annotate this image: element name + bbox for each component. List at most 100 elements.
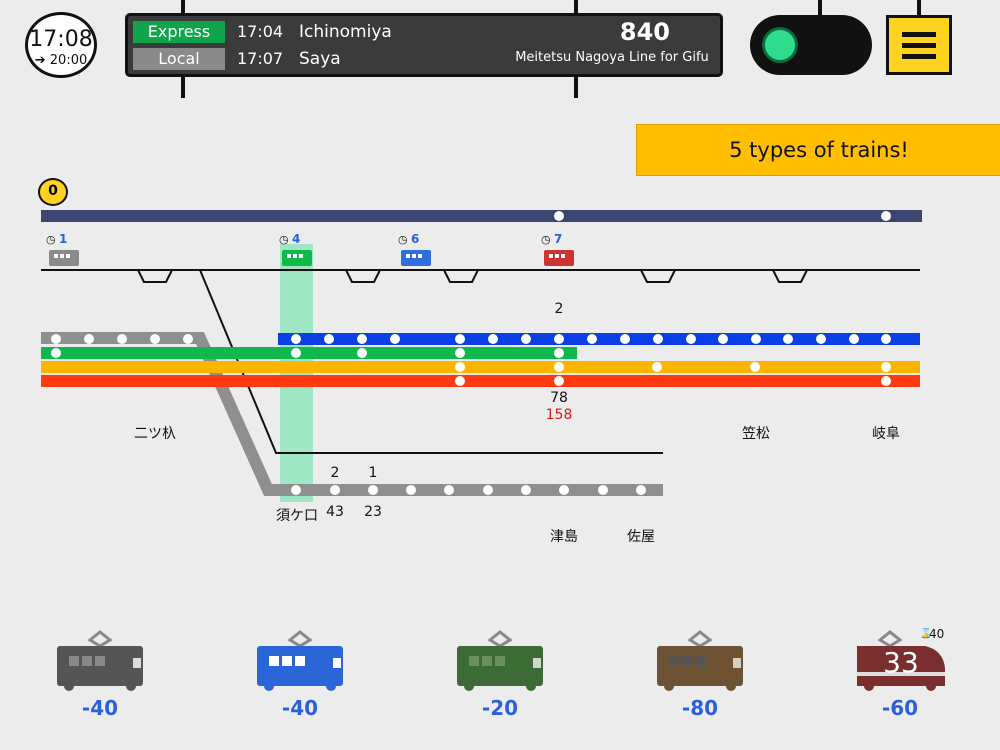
train-window (293, 254, 297, 258)
stop-dot (652, 362, 662, 372)
timer-icon: ◷ (398, 233, 408, 246)
stop-dot (849, 334, 859, 344)
green-line (41, 347, 577, 359)
yellow-line (41, 361, 920, 373)
station-name: 笠松 (742, 426, 770, 442)
station-name: 津島 (550, 529, 578, 545)
timer-icon: ◷ (541, 233, 551, 246)
stop-dot (455, 362, 465, 372)
train-price: -40 (81, 696, 119, 720)
stop-dot (816, 334, 826, 344)
stop-dot (406, 485, 416, 495)
stop-dot (324, 334, 334, 344)
count-label: 1 (369, 465, 378, 481)
train-purchase-gray[interactable]: -40 (45, 628, 155, 723)
stop-dot (750, 362, 760, 372)
stop-dot (291, 348, 301, 358)
stop-dot (686, 334, 696, 344)
count-label: 78 (550, 390, 568, 406)
count-label: 23 (364, 504, 382, 520)
stop-dot (483, 485, 493, 495)
train-wait-count: 6 (411, 232, 419, 246)
stop-dot (881, 334, 891, 344)
waiting-train[interactable]: ◷ 6 (398, 232, 431, 266)
stop-dot (488, 334, 498, 344)
train-purchase-blue[interactable]: -40 (245, 628, 355, 723)
stop-dot (291, 485, 301, 495)
train-window (287, 254, 291, 258)
timer-icon: ◷ (279, 233, 289, 246)
train-window (54, 254, 58, 258)
stop-dot (368, 485, 378, 495)
stop-dot (521, 334, 531, 344)
train-wait-count: 7 (554, 232, 562, 246)
red-line (41, 375, 920, 387)
stop-dot (559, 485, 569, 495)
train-price: -40 (281, 696, 319, 720)
train-window (66, 254, 70, 258)
station-name: 須ケ口 (276, 508, 318, 524)
stop-dot (117, 334, 127, 344)
stop-dot (636, 485, 646, 495)
stop-dot (521, 485, 531, 495)
stop-dot (653, 334, 663, 344)
count-label: 2 (555, 301, 564, 317)
stop-dot (881, 376, 891, 386)
train-window (549, 254, 553, 258)
train-purchase-green[interactable]: -20 (445, 628, 555, 723)
train-window (60, 254, 64, 258)
stop-dot (554, 348, 564, 358)
waiting-train[interactable]: ◷ 7 (541, 232, 574, 266)
stop-dot (554, 211, 564, 221)
train-purchase-limited-express[interactable]: ⌛ 40 33 -60 (845, 626, 955, 723)
stop-dot (554, 376, 564, 386)
train-price: -20 (481, 696, 519, 720)
stop-dot (881, 362, 891, 372)
stop-dot (51, 348, 61, 358)
stop-dot (444, 485, 454, 495)
count-label: 43 (326, 504, 344, 520)
train-window (555, 254, 559, 258)
stop-dot (51, 334, 61, 344)
stop-dot (291, 334, 301, 344)
station-name: 二ツ杁 (134, 426, 176, 442)
stop-dot (783, 334, 793, 344)
stop-dot (357, 348, 367, 358)
stop-dot (598, 485, 608, 495)
depot-sidings (137, 269, 808, 283)
waiting-train[interactable]: ◷ 1 (46, 232, 79, 266)
train-window (299, 254, 303, 258)
station-name: 岐阜 (872, 425, 900, 442)
train-wait-count: 1 (59, 232, 67, 246)
stop-dot (554, 362, 564, 372)
cooldown-timer: 33 (883, 646, 919, 679)
train-price: -60 (881, 696, 919, 720)
train-window (406, 254, 410, 258)
stop-dot (751, 334, 761, 344)
stop-dot (390, 334, 400, 344)
stop-dot (150, 334, 160, 344)
blue-train-icon (257, 630, 343, 691)
count-label: 2 (331, 465, 340, 481)
train-window (561, 254, 565, 258)
wait-time: 40 (929, 627, 945, 641)
train-purchase-brown[interactable]: -80 (645, 628, 755, 723)
train-window (418, 254, 422, 258)
train-price: -80 (681, 696, 719, 720)
stop-dot (357, 334, 367, 344)
station-name: 佐屋 (627, 529, 655, 545)
brown-train-icon (657, 630, 743, 691)
stop-dot (718, 334, 728, 344)
count-label-red: 158 (546, 407, 573, 423)
stop-dot (881, 211, 891, 221)
timer-icon: ◷ (46, 233, 56, 246)
express-line-top (41, 210, 922, 222)
stop-dot (554, 334, 564, 344)
train-window (412, 254, 416, 258)
stop-dot (455, 348, 465, 358)
stop-dot (455, 334, 465, 344)
stop-dot (330, 485, 340, 495)
gray-train-icon (57, 630, 143, 691)
stop-dot (620, 334, 630, 344)
green-train-icon (457, 630, 543, 691)
